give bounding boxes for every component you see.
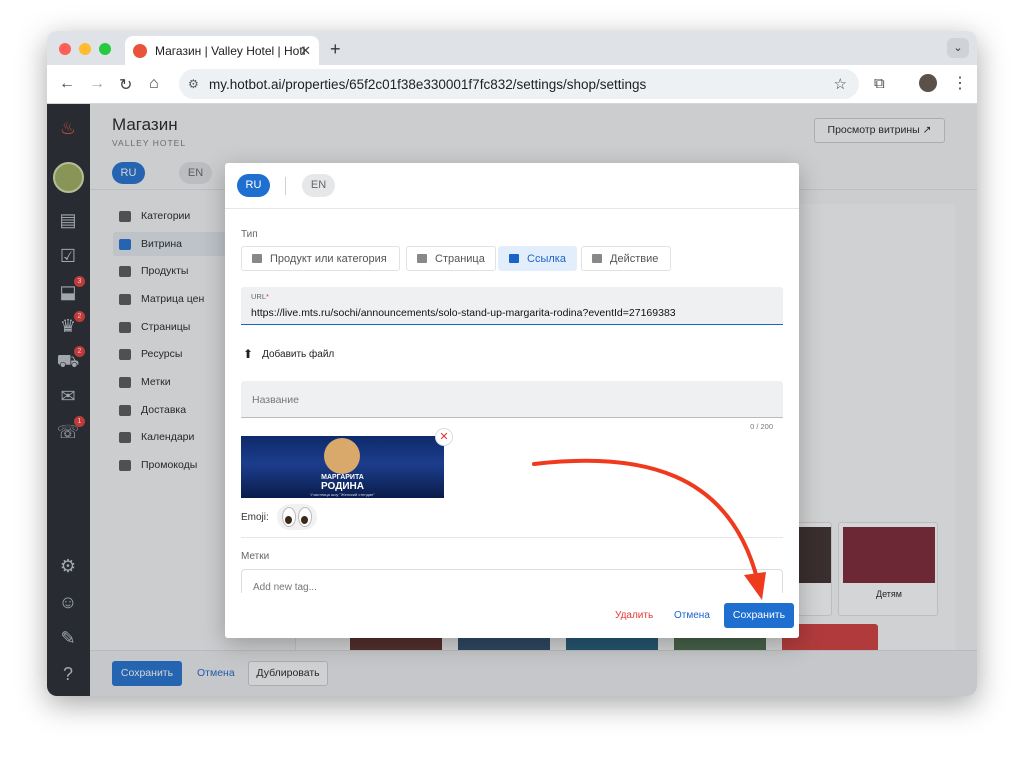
modal-lang-divider [285, 177, 286, 195]
type-label: Тип [241, 229, 258, 240]
browser-tab[interactable]: Магазин | Valley Hotel | Hotbot ✕ [125, 36, 319, 65]
add-file-button[interactable]: ⬆ Добавить файл [243, 347, 334, 361]
back-arrow-icon[interactable]: ← [59, 75, 75, 93]
type-action[interactable]: Действие [581, 246, 671, 271]
hotbot-favicon-icon [133, 43, 147, 58]
close-tab-icon[interactable]: ✕ [300, 43, 311, 59]
url-input-value: https://live.mts.ru/sochi/announcements/… [251, 307, 676, 319]
type-page[interactable]: Страница [406, 246, 496, 271]
link-icon [509, 254, 519, 263]
modal-language-tabs: RU EN [225, 163, 799, 209]
close-window-button[interactable] [59, 43, 71, 55]
tags-input-placeholder: Add new tag... [253, 582, 317, 593]
address-bar[interactable]: ⚙ my.hotbot.ai/properties/65f2c01f38e330… [179, 69, 859, 99]
remove-image-close-icon[interactable]: ✕ [435, 428, 453, 446]
edit-item-modal: RU EN Тип Продукт или категория Страница… [225, 163, 799, 638]
browser-menu-icon[interactable]: ⋮ [952, 73, 968, 93]
forward-arrow-icon[interactable]: → [89, 75, 105, 93]
emoji-label: Emoji: [241, 511, 269, 523]
emoji-picker-eyes-icon[interactable] [276, 504, 317, 530]
uploaded-banner-image: МАРГАРИТА РОДИНА Участница шоу "Женский … [241, 436, 444, 498]
name-char-counter: 0 / 200 [750, 422, 773, 431]
tags-label: Метки [241, 551, 270, 562]
url-field-label: URL* [251, 292, 269, 301]
extensions-puzzle-icon[interactable]: ⧉ [874, 75, 885, 92]
modal-cancel-button[interactable]: Отмена [674, 610, 710, 621]
store-icon [252, 254, 262, 263]
banner-line-2: РОДИНА [321, 481, 364, 492]
emoji-row: Emoji: [241, 504, 317, 530]
tab-title: Магазин | Valley Hotel | Hotbot [155, 43, 305, 58]
new-tab-button[interactable]: + [330, 39, 341, 60]
tab-search-chevron-icon[interactable]: ⌄ [947, 38, 969, 58]
banner-line-1: МАРГАРИТА [321, 474, 364, 481]
type-product-or-category[interactable]: Продукт или категория [241, 246, 400, 271]
bolt-icon [592, 254, 602, 263]
delete-button[interactable]: Удалить [615, 610, 653, 621]
address-toolbar: ← → ↻ ⌂ ⚙ my.hotbot.ai/properties/65f2c0… [47, 65, 977, 104]
banner-portrait [324, 438, 360, 474]
reload-icon[interactable]: ↻ [119, 75, 132, 95]
name-input-placeholder: Название [252, 394, 299, 406]
minimize-window-button[interactable] [79, 43, 91, 55]
maximize-window-button[interactable] [99, 43, 111, 55]
section-divider [241, 537, 783, 538]
modal-footer: Удалить Отмена Сохранить [225, 593, 799, 638]
banner-line-3: Участница шоу "Женский стендап" [310, 492, 375, 497]
site-info-icon[interactable]: ⚙ [188, 77, 199, 91]
tab-bar: Магазин | Valley Hotel | Hotbot ✕ + ⌄ [47, 31, 977, 65]
page-icon [417, 254, 427, 263]
profile-avatar[interactable] [919, 74, 937, 92]
modal-save-button[interactable]: Сохранить [724, 603, 794, 628]
modal-lang-tab-ru[interactable]: RU [237, 174, 270, 197]
type-link[interactable]: Ссылка [498, 246, 577, 271]
modal-lang-tab-en[interactable]: EN [302, 174, 335, 197]
url-input[interactable]: URL* https://live.mts.ru/sochi/announcem… [241, 287, 783, 325]
url-text: my.hotbot.ai/properties/65f2c01f38e33000… [209, 76, 647, 92]
bookmark-star-icon[interactable]: ☆ [834, 75, 847, 93]
name-input[interactable]: Название [241, 381, 783, 418]
upload-icon: ⬆ [243, 347, 254, 361]
home-icon[interactable]: ⌂ [149, 75, 159, 93]
